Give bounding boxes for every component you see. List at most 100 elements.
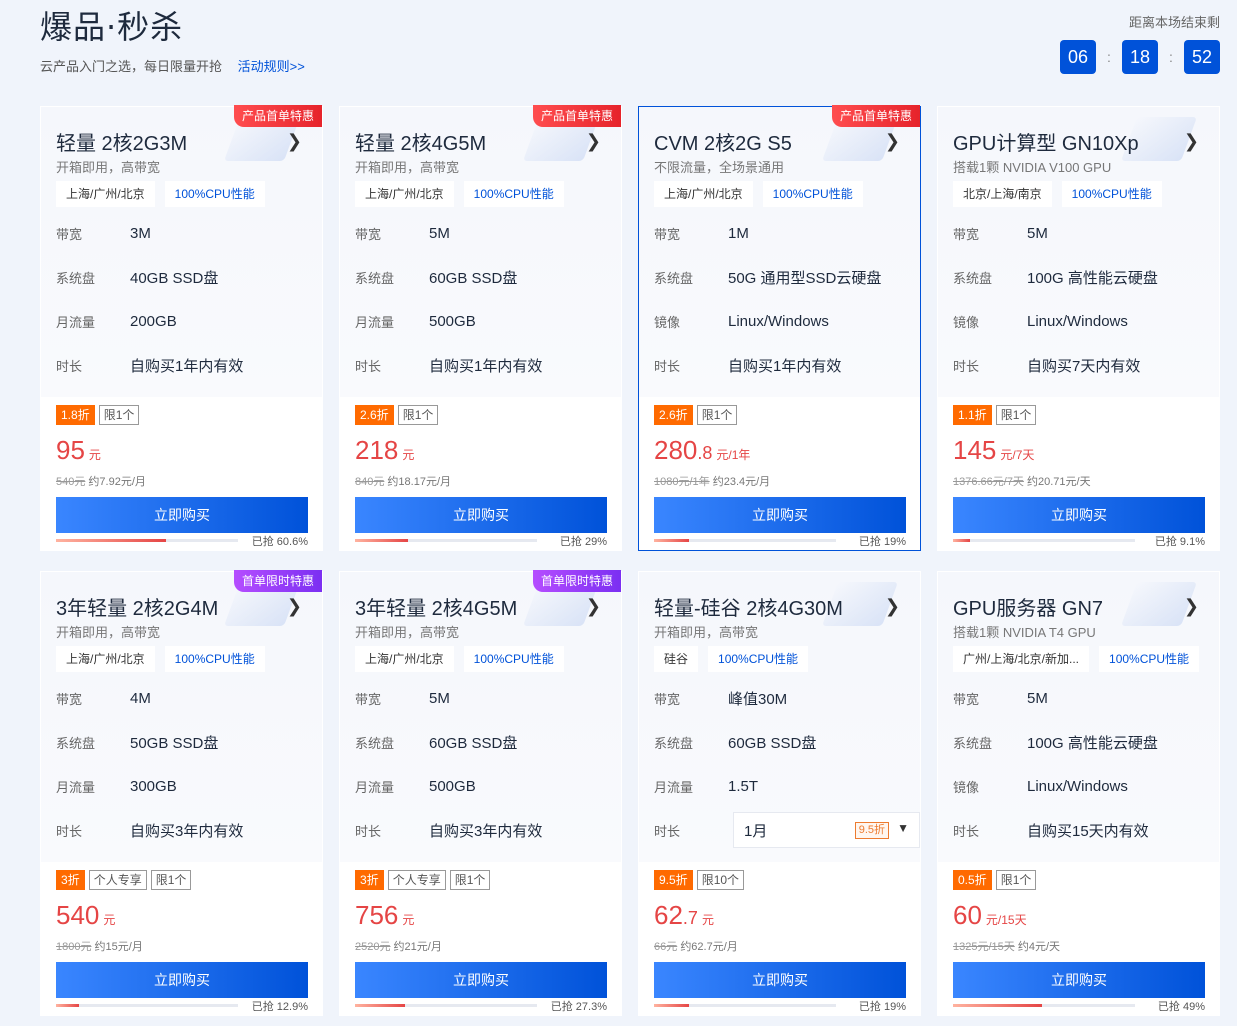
buy-now-button[interactable]: 立即购买 bbox=[56, 497, 308, 533]
sold-progress-bar bbox=[355, 1004, 537, 1007]
promo-pills: 1.1折 限1个 bbox=[953, 405, 1037, 425]
spec-label: 系统盘 bbox=[654, 735, 694, 751]
price: 280.8 元/1年 bbox=[654, 435, 750, 466]
product-name[interactable]: CVM 2核2G S5 bbox=[654, 127, 792, 156]
discount-pill: 9.5折 bbox=[654, 870, 693, 890]
spec-value: 自购买7天内有效 bbox=[1027, 357, 1141, 375]
product-name[interactable]: 3年轻量 2核2G4M bbox=[56, 592, 218, 621]
chevron-right-icon[interactable]: ❯ bbox=[586, 596, 601, 617]
spec-label: 时长 bbox=[56, 358, 83, 374]
spec-label: 带宽 bbox=[355, 691, 382, 707]
spec-row: 时长 1月 9.5折 ▼ bbox=[654, 808, 920, 852]
price: 62.7 元 bbox=[654, 900, 714, 931]
product-description: 不限流量，全场景通用 bbox=[654, 160, 785, 175]
promo-badge: 首单限时特惠 bbox=[532, 570, 621, 592]
product-card[interactable]: GPU计算型 GN10Xp ❯ 搭载1颗 NVIDIA V100 GPU 北京/上海/… bbox=[937, 106, 1220, 551]
price: 60 元/15天 bbox=[953, 900, 1027, 931]
countdown-timer: 06 : 18 : 52 bbox=[1060, 40, 1220, 74]
spec-list: 带宽 3M 系统盘 40GB SSD盘 月流量 200GB 时长 自购买1年内有效 bbox=[56, 211, 311, 387]
price-unit: 元 bbox=[88, 448, 101, 462]
limit-pill: 限1个 bbox=[995, 405, 1037, 425]
subtitle-text: 云产品入门之选，每日限量开抢 bbox=[40, 59, 223, 74]
chevron-right-icon[interactable]: ❯ bbox=[586, 131, 601, 152]
buy-now-button[interactable]: 立即购买 bbox=[355, 497, 607, 533]
discount-pill: 0.5折 bbox=[953, 870, 992, 890]
spec-label: 系统盘 bbox=[654, 270, 694, 286]
price-integer: 218 bbox=[355, 435, 399, 465]
chevron-right-icon[interactable]: ❯ bbox=[1184, 596, 1199, 617]
product-tag: 100%CPU性能 bbox=[463, 181, 564, 207]
product-tag: 北京/上海/南京 bbox=[953, 181, 1052, 207]
product-description: 开箱即用，高带宽 bbox=[56, 625, 161, 640]
product-name[interactable]: 轻量-硅谷 2核4G30M bbox=[654, 592, 843, 621]
product-card[interactable]: 轻量-硅谷 2核4G30M ❯ 开箱即用，高带宽 硅谷 100%CPU性能 带宽 峰值30M… bbox=[638, 571, 921, 1016]
spec-value: 自购买1年内有效 bbox=[429, 357, 543, 375]
product-card[interactable]: 产品首单特惠 轻量 2核4G5M ❯ 开箱即用，高带宽 上海/广州/北京 100%CPU性… bbox=[339, 105, 622, 551]
price-unit: 元 bbox=[103, 913, 116, 927]
product-card[interactable]: 首单限时特惠 3年轻量 2核2G4M ❯ 开箱即用，高带宽 上海/广州/北京 100%CP… bbox=[40, 570, 323, 1016]
page-header: 爆品·秒杀 云产品入门之选，每日限量开抢 活动规则>> 距离本场结束剩 06 :… bbox=[40, 0, 1220, 100]
price-unit: 元 bbox=[402, 913, 415, 927]
spec-label: 系统盘 bbox=[953, 735, 993, 751]
spec-label: 月流量 bbox=[654, 779, 694, 795]
promo-badge: 首单限时特惠 bbox=[233, 570, 322, 592]
promo-pills: 9.5折 限10个 bbox=[654, 870, 745, 890]
chevron-right-icon[interactable]: ❯ bbox=[885, 596, 900, 617]
spec-label: 系统盘 bbox=[56, 735, 96, 751]
chevron-right-icon[interactable]: ❯ bbox=[1184, 131, 1199, 152]
product-card[interactable]: 产品首单特惠 CVM 2核2G S5 ❯ 不限流量，全场景通用上海/广州/北京 100%… bbox=[638, 105, 921, 551]
spec-row: 时长 自购买15天内有效 bbox=[953, 808, 1208, 852]
buy-now-button[interactable]: 立即购买 bbox=[355, 962, 607, 998]
spec-label: 带宽 bbox=[953, 226, 980, 242]
product-tags: 上海/广州/北京 100%CPU性能 bbox=[654, 181, 863, 207]
product-tags: 上海/广州/北京 100%CPU性能 bbox=[355, 646, 564, 672]
buy-now-button[interactable]: 立即购买 bbox=[953, 962, 1205, 998]
product-card[interactable]: GPU服务器 GN7 ❯ 搭载1颗 NVIDIA T4 GPU 广州/上海/北京/新加… bbox=[937, 571, 1220, 1016]
product-name[interactable]: 轻量 2核4G5M bbox=[355, 127, 486, 156]
spec-label: 带宽 bbox=[654, 226, 681, 242]
spec-value: 自购买1年内有效 bbox=[130, 357, 244, 375]
spec-row: 月流量 300GB bbox=[56, 764, 311, 808]
product-name[interactable]: GPU服务器 GN7 bbox=[953, 592, 1103, 621]
spec-row: 系统盘 60GB SSD盘 bbox=[355, 720, 610, 764]
spec-value: 500GB bbox=[429, 777, 476, 795]
buy-now-button[interactable]: 立即购买 bbox=[654, 497, 906, 533]
buy-now-button[interactable]: 立即购买 bbox=[654, 962, 906, 998]
chevron-right-icon[interactable]: ❯ bbox=[885, 131, 900, 152]
product-name[interactable]: 3年轻量 2核4G5M bbox=[355, 592, 517, 621]
sold-percentage: 已抢 19% bbox=[858, 1001, 906, 1013]
chevron-right-icon[interactable]: ❯ bbox=[287, 596, 302, 617]
price-integer: 95 bbox=[56, 435, 85, 465]
product-card[interactable]: 产品首单特惠 轻量 2核2G3M ❯ 开箱即用，高带宽 上海/广州/北京 100%CPU性… bbox=[40, 105, 323, 551]
spec-row: 带宽 5M bbox=[355, 211, 610, 255]
product-name[interactable]: 轻量 2核2G3M bbox=[56, 127, 187, 156]
buy-now-button[interactable]: 立即购买 bbox=[953, 497, 1205, 533]
sold-progress-bar bbox=[654, 539, 836, 542]
product-tags: 北京/上海/南京 100%CPU性能 bbox=[953, 181, 1162, 207]
price-integer: 62 bbox=[654, 900, 683, 930]
product-card[interactable]: 首单限时特惠 3年轻量 2核4G5M ❯ 开箱即用，高带宽 上海/广州/北京 100%CP… bbox=[339, 570, 622, 1016]
discount-pill: 2.6折 bbox=[355, 405, 394, 425]
sold-progress-bar bbox=[56, 539, 238, 542]
activity-rules-link[interactable]: 活动规则>> bbox=[238, 59, 305, 74]
original-price: 540元 约7.92元/月 bbox=[56, 473, 146, 489]
spec-row: 带宽 5M bbox=[953, 676, 1208, 720]
spec-value: 4M bbox=[130, 689, 151, 707]
price-integer: 540 bbox=[56, 900, 100, 930]
price: 145 元/7天 bbox=[953, 435, 1034, 466]
product-name[interactable]: GPU计算型 GN10Xp bbox=[953, 127, 1139, 156]
chevron-right-icon[interactable]: ❯ bbox=[287, 131, 302, 152]
spec-label: 月流量 bbox=[355, 779, 395, 795]
promo-badge: 产品首单特惠 bbox=[831, 105, 920, 127]
price-unit: 元 bbox=[402, 448, 415, 462]
spec-value: 5M bbox=[1027, 224, 1048, 242]
promo-pills: 0.5折 限1个 bbox=[953, 870, 1037, 890]
original-price: 1800元 约15元/月 bbox=[56, 938, 143, 954]
original-price: 2520元 约21元/月 bbox=[355, 938, 442, 954]
spec-value: Linux/Windows bbox=[728, 312, 829, 330]
buy-now-button[interactable]: 立即购买 bbox=[56, 962, 308, 998]
spec-label: 时长 bbox=[953, 823, 980, 839]
limit-pill: 限1个 bbox=[449, 870, 491, 890]
spec-value: 5M bbox=[1027, 689, 1048, 707]
duration-select[interactable]: 1月 9.5折 ▼ bbox=[733, 812, 920, 848]
